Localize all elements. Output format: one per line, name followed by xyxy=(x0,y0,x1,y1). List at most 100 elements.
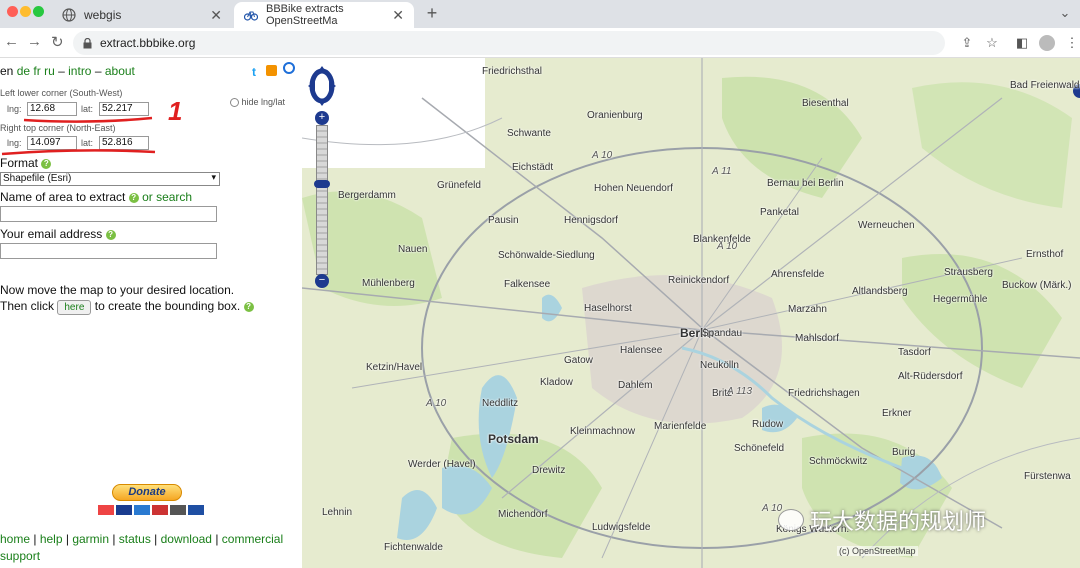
map-place-label: Panketal xyxy=(760,207,799,218)
reload-icon[interactable]: ↻ xyxy=(51,33,64,51)
footer-link-garmin[interactable]: garmin xyxy=(72,532,109,546)
footer-link-support[interactable]: support xyxy=(0,549,40,563)
zoom-out-button[interactable]: − xyxy=(315,274,329,288)
map-place-label: Buckow (Märk.) xyxy=(1002,280,1072,291)
map-place-label: Pausin xyxy=(488,215,519,226)
tab-search-chevron-icon[interactable]: ⌄ xyxy=(1055,3,1075,23)
back-icon[interactable]: ← xyxy=(4,33,19,50)
tab-webgis[interactable]: webgis ✕ xyxy=(52,2,232,28)
zoom-slider-handle[interactable] xyxy=(314,180,330,188)
map-place-label: Schmöckwitz xyxy=(809,456,868,467)
watermark: 玩大数据的规划师 xyxy=(778,504,986,536)
area-name-input[interactable] xyxy=(0,206,217,222)
url-input[interactable]: extract.bbbike.org xyxy=(73,31,945,55)
wechat-icon xyxy=(778,509,804,531)
map-place-label: Altlandsberg xyxy=(852,286,908,297)
maximize-window-dot[interactable] xyxy=(33,6,44,17)
map-place-label: Schönwalde-Siedlung xyxy=(498,250,595,261)
side-panel-icon[interactable]: ◧ xyxy=(1012,33,1032,53)
map-place-label: Tasdorf xyxy=(898,347,931,358)
donate-label: Donate xyxy=(128,486,166,498)
map-place-label: Schönefeld xyxy=(734,443,785,454)
footer-link-help[interactable]: help xyxy=(40,532,63,546)
help-icon[interactable]: ? xyxy=(128,192,139,203)
map-place-label: Dahlem xyxy=(618,380,653,391)
map-place-label: Biesenthal xyxy=(802,98,849,109)
motorway-label: A 10 xyxy=(717,241,738,252)
email-label: Your email address ? xyxy=(0,227,116,241)
map-place-label: Kladow xyxy=(540,377,573,388)
map-place-label: Bad Freienwalde xyxy=(1010,80,1080,91)
map-place-label: Hohen Neuendorf xyxy=(594,183,673,194)
instruction-line-2: Then click here to create the bounding b… xyxy=(0,299,254,315)
format-select[interactable]: Shapefile (Esri) ▾ xyxy=(0,172,220,186)
close-tab-icon[interactable]: ✕ xyxy=(392,7,404,24)
map-place-label: Friedrichshagen xyxy=(788,388,860,399)
map-canvas[interactable]: + − Friedrichsthal Bad Freienwalde Oranien… xyxy=(302,58,1080,568)
zoom-in-button[interactable]: + xyxy=(315,111,329,125)
address-toolbar: ← → ↻ extract.bbbike.org ⇪ ☆ ◧ ⋮ xyxy=(0,28,1080,58)
map-place-label: Fürstenwa xyxy=(1024,471,1071,482)
zoom-slider[interactable] xyxy=(316,125,328,275)
map-place-label: Fichtenwalde xyxy=(384,542,443,553)
close-window-dot[interactable] xyxy=(7,6,18,17)
map-place-label: Burig xyxy=(892,447,916,458)
new-tab-icon[interactable]: + xyxy=(422,3,442,23)
map-attribution[interactable]: (c) OpenStreetMap xyxy=(837,546,918,556)
chevron-down-icon: ▾ xyxy=(211,172,216,182)
footer-link-commercial[interactable]: commercial xyxy=(222,532,283,546)
map-place-label: Ahrensfelde xyxy=(771,269,825,280)
map-place-label: Werder (Havel) xyxy=(408,459,476,470)
share-icon[interactable]: ⇪ xyxy=(957,33,977,53)
map-place-label: Hennigsdorf xyxy=(564,215,618,226)
pan-control[interactable] xyxy=(308,66,336,106)
donate-button[interactable]: Donate xyxy=(112,484,182,501)
map-place-label: Halensee xyxy=(620,345,663,356)
minimize-window-dot[interactable] xyxy=(20,6,31,17)
area-name-label-text: Name of area to extract xyxy=(0,190,126,204)
help-icon[interactable]: ? xyxy=(105,229,116,240)
map-place-label: Neddlitz xyxy=(482,398,519,409)
map-place-label: Ludwigsfelde xyxy=(592,522,651,533)
map-place-label: Haselhorst xyxy=(584,303,632,314)
motorway-label: A 11 xyxy=(712,166,732,177)
map-place-label: Reinickendorf xyxy=(668,275,730,286)
footer-link-home[interactable]: home xyxy=(0,532,30,546)
bike-icon xyxy=(244,8,258,22)
footer-links: home | help | garmin | status | download… xyxy=(0,532,284,563)
map-place-label: Mühlenberg xyxy=(362,278,415,289)
motorway-label: A 10 xyxy=(592,150,613,161)
close-tab-icon[interactable]: ✕ xyxy=(210,7,222,24)
email-label-text: Your email address xyxy=(0,227,103,241)
format-label: Format ? xyxy=(0,156,52,170)
instruction-line-1: Now move the map to your desired locatio… xyxy=(0,283,235,297)
here-button[interactable]: here xyxy=(57,300,92,315)
motorway-label: A 10 xyxy=(426,398,447,409)
map-place-label: Eichstädt xyxy=(512,162,554,173)
map-place-label: Strausberg xyxy=(944,267,993,278)
tab-bbbike[interactable]: BBBike extracts OpenStreetMa ✕ xyxy=(234,2,414,28)
payment-cards-icon xyxy=(98,505,204,515)
search-link[interactable]: or search xyxy=(142,190,192,204)
help-icon[interactable]: ? xyxy=(243,301,254,312)
map-place-label: Lehnin xyxy=(322,507,353,518)
map-place-label: Potsdam xyxy=(488,432,539,446)
footer-link-download[interactable]: download xyxy=(161,532,212,546)
help-icon[interactable]: ? xyxy=(41,158,52,169)
map-background xyxy=(302,58,1080,568)
forward-icon[interactable]: → xyxy=(27,33,42,50)
map-place-label: Werneuchen xyxy=(858,220,915,231)
map-place-label: Ernsthof xyxy=(1026,249,1064,260)
map-place-label: Schwante xyxy=(507,128,551,139)
bookmark-star-icon[interactable]: ☆ xyxy=(982,33,1002,53)
email-input[interactable] xyxy=(0,243,217,259)
menu-kebab-icon[interactable]: ⋮ xyxy=(1062,33,1080,53)
format-label-text: Format xyxy=(0,156,39,170)
map-place-label: Ketzin/Havel xyxy=(366,362,423,373)
map-place-label: Grünefeld xyxy=(437,180,481,191)
map-place-label: Alt-Rüdersdorf xyxy=(898,371,963,382)
profile-avatar-icon[interactable] xyxy=(1037,33,1057,53)
instruction-text-b: to create the bounding box. xyxy=(94,299,241,313)
red-number-annotation: 1 xyxy=(168,96,183,126)
footer-link-status[interactable]: status xyxy=(119,532,151,546)
